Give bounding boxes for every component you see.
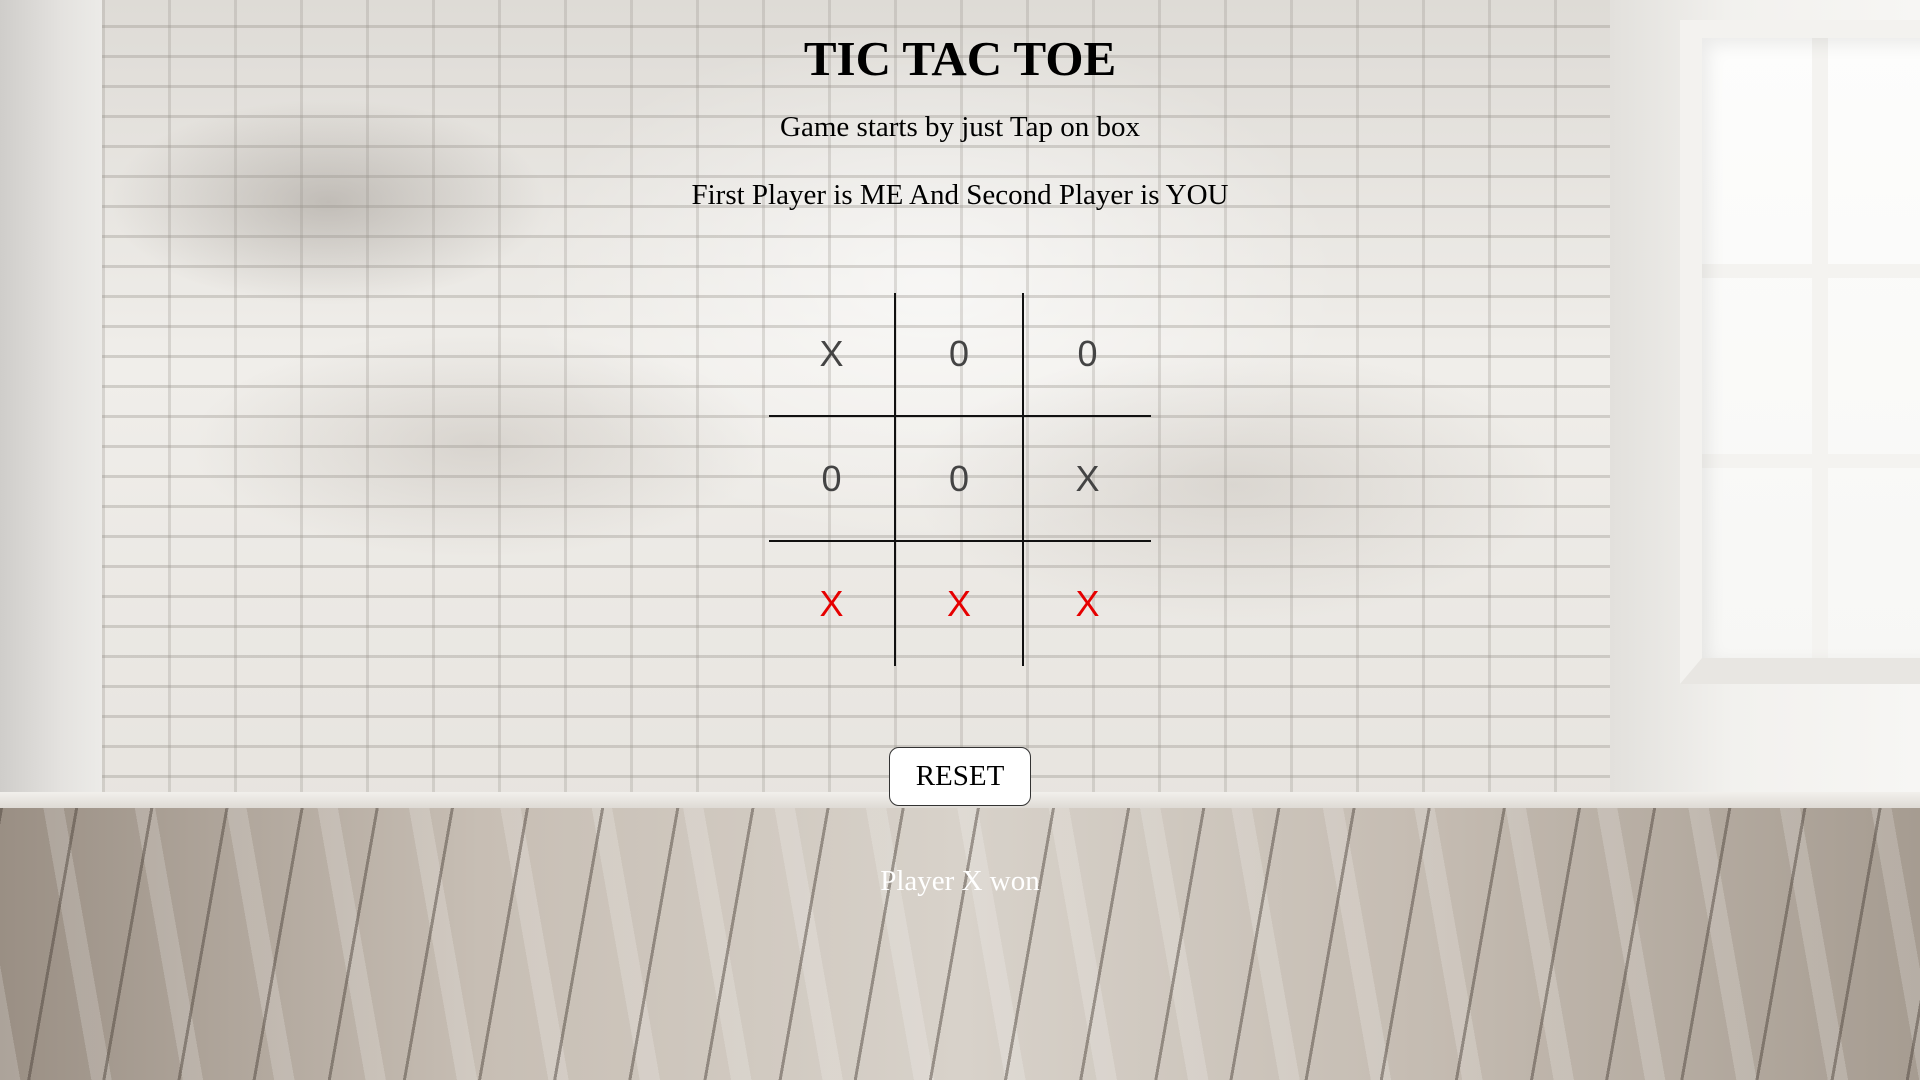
board-cell-4[interactable]: 0 (769, 417, 896, 542)
reset-button[interactable]: RESET (889, 747, 1031, 806)
board-cell-7[interactable]: X (769, 542, 896, 666)
wooden-floor (0, 808, 1920, 1080)
game-status-message: Player X won (880, 865, 1040, 897)
game-board: X 0 0 0 0 X X X X (769, 293, 1151, 666)
board-cell-6[interactable]: X (1024, 417, 1151, 542)
board-cell-1[interactable]: X (769, 293, 896, 417)
board-cell-9[interactable]: X (1024, 542, 1151, 666)
game-title: TIC TAC TOE (803, 31, 1117, 86)
players-info: First Player is ME And Second Player is … (691, 179, 1229, 211)
board-cell-2[interactable]: 0 (896, 293, 1024, 417)
board-cell-8[interactable]: X (896, 542, 1024, 666)
game-instructions: Game starts by just Tap on box (780, 111, 1140, 143)
board-cell-3[interactable]: 0 (1024, 293, 1151, 417)
board-cell-5[interactable]: 0 (896, 417, 1024, 542)
